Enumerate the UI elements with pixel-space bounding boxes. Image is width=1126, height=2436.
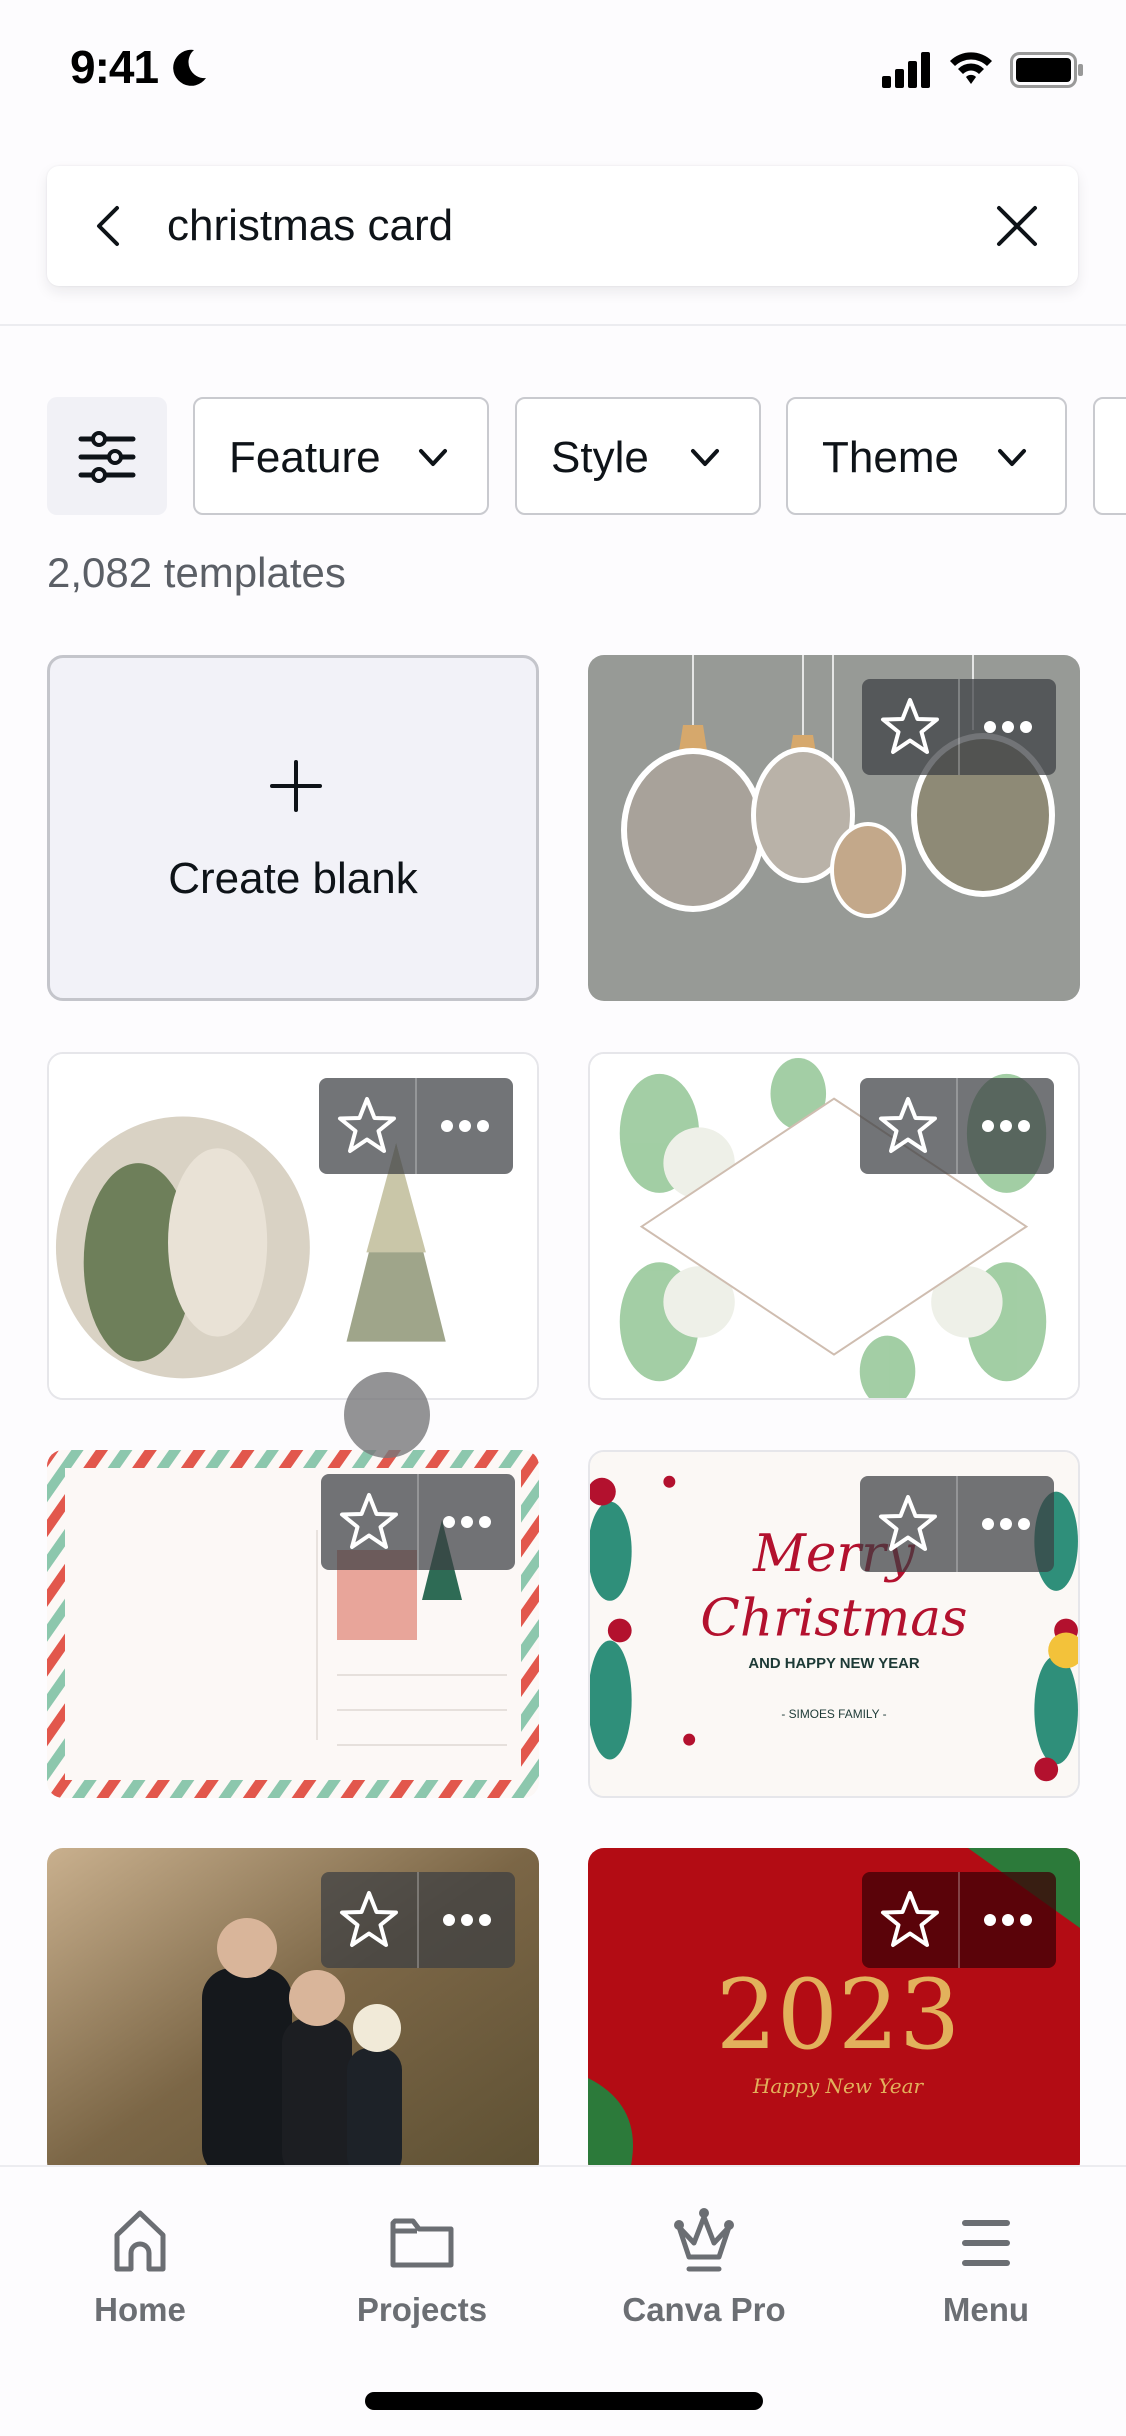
tab-projects[interactable]: Projects: [322, 2207, 522, 2337]
filters-button[interactable]: [47, 397, 167, 515]
wifi-icon: [950, 52, 992, 84]
more-options-button[interactable]: [417, 1872, 515, 1968]
svg-text:2023: 2023: [716, 1959, 960, 2071]
template-card[interactable]: Merry Christmas AND HAPPY NEW YEAR - SIM…: [588, 1450, 1080, 1798]
star-icon: [881, 1891, 939, 1947]
tab-menu[interactable]: Menu: [886, 2207, 1086, 2337]
card-actions: [319, 1078, 513, 1174]
template-card[interactable]: [588, 1052, 1080, 1400]
more-options-button[interactable]: [956, 1078, 1054, 1174]
chevron-down-icon: [419, 449, 447, 466]
star-icon: [338, 1097, 396, 1153]
template-card[interactable]: [588, 655, 1080, 1001]
home-icon: [114, 2210, 166, 2272]
more-options-button[interactable]: [415, 1078, 513, 1174]
star-icon: [879, 1097, 937, 1153]
card-actions: [860, 1078, 1054, 1174]
card-actions: [321, 1474, 515, 1570]
template-card[interactable]: 2023 Happy New Year: [588, 1848, 1080, 2178]
tab-label: Projects: [356, 2291, 488, 2328]
favorite-button[interactable]: [862, 679, 958, 775]
more-options-button[interactable]: [958, 679, 1056, 775]
results-count: 2,082 templates: [47, 549, 346, 596]
search-header: christmas card: [0, 140, 1126, 326]
svg-text:- SIMOES FAMILY -: - SIMOES FAMILY -: [781, 1707, 886, 1721]
star-icon: [879, 1495, 937, 1551]
status-time: 9:41: [70, 41, 159, 93]
chevron-down-icon: [998, 449, 1026, 466]
status-bar: 9:41: [0, 0, 1126, 140]
touch-indicator: [344, 1372, 430, 1458]
crown-icon: [674, 2208, 734, 2272]
more-horizontal-icon: [443, 1516, 491, 1528]
more-horizontal-icon: [984, 721, 1032, 733]
filter-chip-style[interactable]: Style: [515, 397, 761, 515]
filter-chip-theme[interactable]: Theme: [786, 397, 1067, 515]
chip-label: Theme: [822, 433, 959, 482]
search-query[interactable]: christmas card: [167, 196, 453, 256]
folder-icon: [390, 2218, 454, 2268]
more-options-button[interactable]: [956, 1476, 1054, 1572]
card-actions: [321, 1872, 515, 1968]
moon-icon: [173, 49, 206, 86]
template-card[interactable]: [47, 1052, 539, 1400]
battery-icon: [1010, 52, 1083, 88]
svg-text:AND HAPPY NEW YEAR: AND HAPPY NEW YEAR: [748, 1656, 919, 1672]
filter-bar: Feature Style Theme: [0, 397, 1126, 515]
create-blank-button[interactable]: Create blank: [47, 655, 539, 1001]
close-icon[interactable]: [993, 202, 1041, 250]
favorite-button[interactable]: [860, 1078, 956, 1174]
favorite-button[interactable]: [321, 1872, 417, 1968]
cellular-signal-icon: [882, 52, 930, 88]
favorite-button[interactable]: [862, 1872, 958, 1968]
tab-canva-pro[interactable]: Canva Pro: [604, 2207, 804, 2337]
more-options-button[interactable]: [417, 1474, 515, 1570]
more-options-button[interactable]: [958, 1872, 1056, 1968]
star-icon: [340, 1493, 398, 1549]
plus-icon: [270, 760, 322, 812]
svg-text:Happy New Year: Happy New Year: [752, 2074, 925, 2098]
svg-text:Christmas: Christmas: [700, 1588, 967, 1648]
tab-label: Canva Pro: [622, 2291, 786, 2328]
tab-label: Menu: [942, 2291, 1030, 2328]
favorite-button[interactable]: [321, 1474, 417, 1570]
more-horizontal-icon: [443, 1914, 491, 1926]
card-actions: [860, 1476, 1054, 1572]
card-actions: [862, 679, 1056, 775]
tab-home[interactable]: Home: [40, 2207, 240, 2337]
filter-chip-feature[interactable]: Feature: [193, 397, 489, 515]
template-card[interactable]: [47, 1450, 539, 1798]
create-blank-label: Create blank: [168, 854, 418, 903]
card-actions: [862, 1872, 1056, 1968]
star-icon: [881, 698, 939, 754]
tab-label: Home: [94, 2291, 186, 2328]
more-horizontal-icon: [982, 1120, 1030, 1132]
more-horizontal-icon: [984, 1914, 1032, 1926]
chevron-left-icon[interactable]: [89, 204, 129, 248]
star-icon: [340, 1891, 398, 1947]
more-horizontal-icon: [982, 1518, 1030, 1530]
home-indicator: [365, 2392, 763, 2410]
chip-label: Style: [551, 433, 649, 482]
favorite-button[interactable]: [860, 1476, 956, 1572]
template-card[interactable]: [47, 1848, 539, 2178]
more-horizontal-icon: [441, 1120, 489, 1132]
search-input[interactable]: christmas card: [47, 166, 1078, 286]
hamburger-menu-icon: [962, 2220, 1010, 2266]
chevron-down-icon: [691, 449, 719, 466]
chip-label: Feature: [229, 433, 381, 482]
sliders-icon: [78, 431, 136, 483]
filter-chip-partial[interactable]: [1093, 397, 1126, 515]
favorite-button[interactable]: [319, 1078, 415, 1174]
